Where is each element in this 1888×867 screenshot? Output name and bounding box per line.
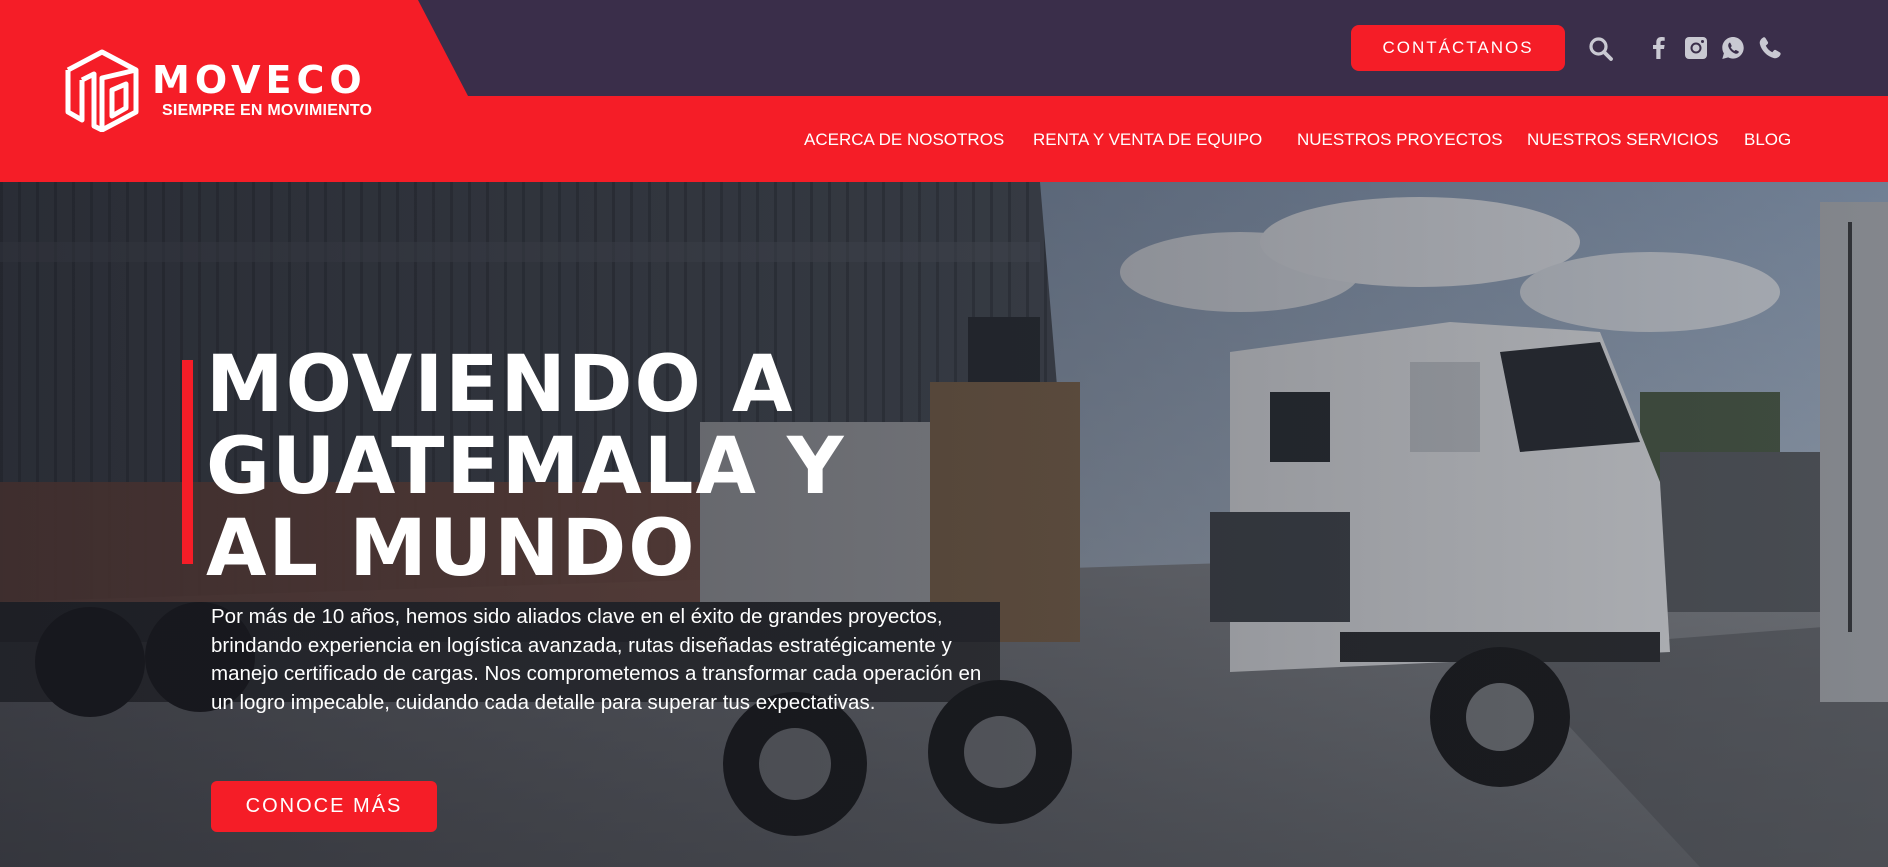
search-icon[interactable] (1588, 36, 1614, 62)
hero-title-line: GUATEMALA Y (206, 422, 846, 512)
nav-item-renta-venta[interactable]: RENTA Y VENTA DE EQUIPO (1033, 130, 1262, 150)
phone-icon[interactable] (1757, 35, 1783, 61)
nav-item-blog[interactable]: BLOG (1744, 130, 1791, 150)
nav-item-acerca[interactable]: ACERCA DE NOSOTROS (804, 130, 1004, 150)
main-nav: ACERCA DE NOSOTROS RENTA Y VENTA DE EQUI… (0, 96, 1888, 182)
title-accent-bar (182, 360, 193, 564)
hero-title: MOVIENDO A GUATEMALA Y AL MUNDO (206, 344, 1006, 590)
brand-name: MOVECO (152, 58, 367, 102)
instagram-icon[interactable] (1683, 35, 1709, 61)
hero-description: Por más de 10 años, hemos sido aliados c… (211, 605, 982, 714)
facebook-icon[interactable] (1646, 35, 1672, 61)
nav-item-servicios[interactable]: NUESTROS SERVICIOS (1527, 130, 1718, 150)
hero-title-line: MOVIENDO A (206, 340, 795, 430)
whatsapp-icon[interactable] (1720, 35, 1746, 61)
learn-more-button[interactable]: CONOCE MÁS (211, 781, 437, 832)
contact-button[interactable]: CONTÁCTANOS (1351, 25, 1565, 71)
hero-title-line: AL MUNDO (206, 504, 697, 594)
nav-item-proyectos[interactable]: NUESTROS PROYECTOS (1297, 130, 1503, 150)
